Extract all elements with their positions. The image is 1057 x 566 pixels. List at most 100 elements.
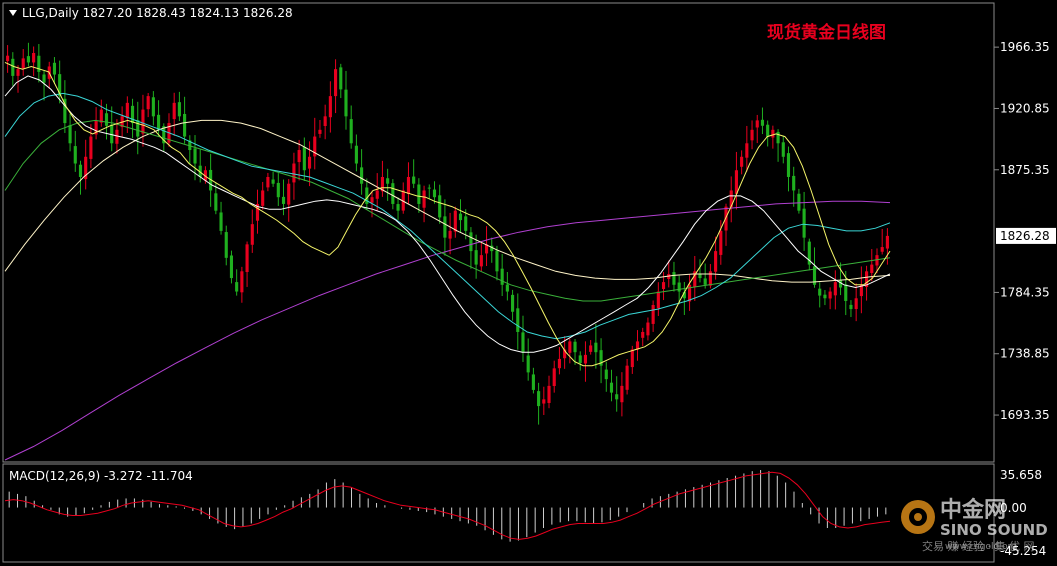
candle-bull [328, 96, 332, 118]
candle-bull [370, 197, 374, 203]
candle-bear [344, 89, 348, 117]
candle-bear [427, 187, 431, 189]
candle-bear [844, 284, 848, 301]
candle-bear [766, 124, 770, 137]
candle-bear [104, 113, 109, 126]
candle-bull [453, 210, 457, 232]
candle-bull [318, 129, 322, 134]
candle-bear [786, 153, 791, 177]
candle-bear [157, 114, 161, 130]
candle-bear [802, 208, 806, 238]
candle-bear [151, 97, 155, 117]
candle-bull [833, 282, 837, 296]
candle-bull [854, 298, 858, 310]
candle-bull [240, 271, 244, 293]
candle-bull [115, 129, 119, 144]
chart-title: 现货黄金日线图 [767, 22, 886, 43]
y-tick-label: 1738.85 [1000, 347, 1050, 361]
watermark-slogan: 交易 赚 经验 · 集 优 网 [922, 539, 1034, 553]
candle-bull [146, 96, 150, 110]
candle-bull [21, 58, 25, 69]
candle-bear [302, 146, 306, 171]
candle-bull [307, 156, 312, 169]
candle-bear [526, 355, 530, 373]
candle-bear [52, 62, 57, 75]
candle-bear [594, 342, 598, 353]
candles-layer [6, 42, 889, 425]
y-tick-label: 1920.85 [1000, 101, 1050, 115]
candle-bull [557, 358, 561, 369]
candle-bear [818, 288, 822, 296]
candle-bear [26, 56, 30, 63]
candle-bear [360, 167, 364, 184]
candle-bull [641, 331, 645, 338]
candle-bull [141, 109, 145, 134]
candle-bull [547, 385, 551, 403]
candle-bear [823, 294, 827, 299]
candle-bear [505, 284, 509, 292]
current-price-label: 1826.28 [1000, 229, 1050, 243]
candle-bear [396, 204, 400, 211]
candle-bull [375, 190, 379, 199]
candle-bull [16, 69, 20, 76]
candle-bear [537, 391, 541, 407]
candle-bear [354, 145, 358, 164]
y-tick-label: 1966.35 [1000, 40, 1050, 54]
candle-bear [130, 105, 135, 124]
candle-bull [656, 291, 660, 309]
candle-bull [32, 52, 36, 63]
candle-bull [448, 230, 452, 239]
candle-bear [11, 58, 15, 76]
candle-bear [604, 369, 608, 380]
candle-bear [438, 195, 442, 218]
symbol-ohlc-label: LLG,Daily 1827.20 1828.43 1824.13 1826.2… [22, 6, 293, 20]
candle-bull [708, 271, 712, 286]
candle-bear [193, 148, 197, 164]
candle-bear [495, 250, 499, 272]
candle-bull [89, 136, 93, 159]
candle-bull [750, 129, 754, 141]
candle-bull [250, 224, 254, 245]
candle-bull [542, 399, 546, 404]
candle-bull [422, 190, 426, 208]
candle-bull [589, 345, 593, 352]
candle-bear [760, 119, 765, 126]
candle-bear [464, 216, 468, 231]
candle-bull [755, 120, 759, 128]
candle-bull [172, 102, 176, 120]
candle-bear [672, 272, 676, 285]
chart-canvas[interactable]: 1966.35 1920.85 1875.35 1784.35 1738.85 1693.… [0, 0, 1057, 566]
watermark-brand-cn: 中金网 [940, 497, 1006, 523]
logo-icon-dot [914, 513, 922, 521]
watermark-brand-en: SINO SOUND [940, 521, 1048, 539]
candle-bear [797, 193, 801, 211]
candle-bear [531, 374, 535, 390]
candle-bear [776, 131, 780, 144]
candle-bear [78, 164, 83, 177]
candle-bear [339, 67, 343, 90]
candle-bull [870, 264, 874, 273]
candle-bull [771, 129, 775, 138]
candle-bull [661, 282, 666, 289]
candle-bear [500, 268, 504, 285]
candle-bear [349, 119, 353, 144]
candle-bear [235, 282, 239, 292]
candle-bear [781, 142, 785, 157]
candle-bull [625, 365, 629, 390]
candle-bear [849, 304, 853, 310]
candle-bear [386, 178, 390, 184]
candle-bull [734, 170, 738, 194]
candle-bear [229, 255, 234, 279]
candle-bear [412, 176, 416, 184]
candle-bear [516, 308, 520, 332]
y-tick-label: 1784.35 [1000, 285, 1050, 299]
y-tick-label: 1875.35 [1000, 163, 1050, 177]
candle-bull [651, 305, 655, 324]
candle-bull [261, 190, 265, 206]
candle-bull [719, 230, 723, 255]
candle-bear [417, 184, 421, 204]
y-tick-label: 1693.35 [1000, 408, 1050, 422]
menu-triangle-icon[interactable] [9, 10, 17, 16]
candle-bull [245, 244, 249, 273]
candle-bear [578, 355, 582, 363]
